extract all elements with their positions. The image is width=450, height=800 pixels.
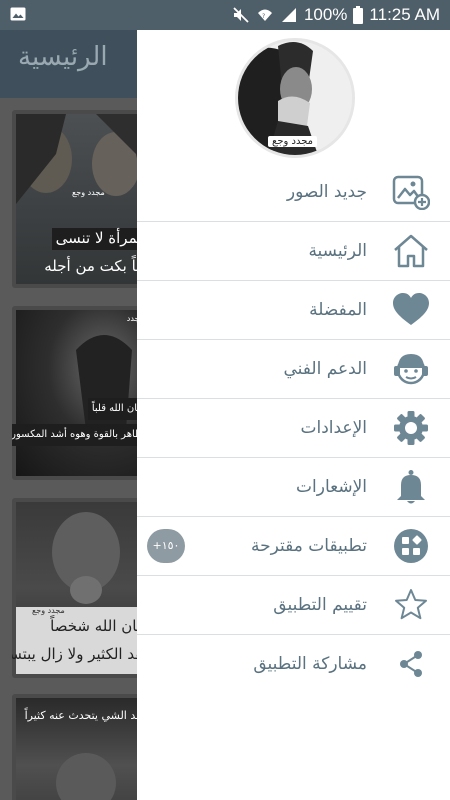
menu-item-label: تقييم التطبيق: [273, 595, 367, 615]
card-caption-line1: المرأة لا تنسى: [51, 228, 150, 250]
menu-item-label: تطبيقات مقترحة: [251, 536, 367, 556]
image-card[interactable]: مجدد وجع المرأة لا تنسى حباً بكت من أجله: [12, 110, 152, 288]
mute-icon: [232, 6, 250, 24]
bell-icon: [392, 469, 430, 505]
svg-text:?: ?: [262, 13, 265, 20]
battery-icon: [353, 6, 364, 24]
card-caption-line2: فقد الكثير ولا زال يبتسم: [12, 645, 150, 663]
menu-item-favorites[interactable]: المفضلة: [137, 281, 450, 340]
card-watermark: مجدد وجع: [32, 606, 65, 615]
wifi-icon: ?: [256, 6, 274, 24]
menu-item-suggested-apps[interactable]: +١٥٠ تطبيقات مقترحة: [137, 517, 450, 576]
card-caption-line1: اعان الله شخصاً: [50, 617, 150, 635]
image-card[interactable]: مجدد وجع اعان الله شخصاً فقد الكثير ولا …: [12, 498, 152, 678]
home-icon: [392, 233, 430, 269]
menu-item-support[interactable]: الدعم الفني: [137, 340, 450, 399]
image-card[interactable]: مجدد أعان الله قلباً تظاهر بالقوة وهوه أ…: [12, 306, 152, 480]
drawer-menu: جديد الصور الرئيسية المفضلة الدعم الفني: [137, 163, 450, 694]
share-icon: [392, 646, 430, 682]
image-card[interactable]: فاقد الشي يتحدث عنه كثيراً: [12, 694, 152, 800]
card-caption-line1: فاقد الشي يتحدث عنه كثيراً: [24, 709, 150, 722]
card-caption-line2: حباً بكت من أجله: [44, 257, 150, 275]
menu-item-label: الإعدادات: [300, 418, 367, 438]
menu-item-share-app[interactable]: مشاركة التطبيق: [137, 635, 450, 694]
clock: 11:25 AM: [369, 5, 440, 24]
heart-icon: [392, 292, 430, 328]
support-icon: [392, 351, 430, 387]
menu-item-new-images[interactable]: جديد الصور: [137, 163, 450, 222]
avatar: مجدد وجع: [235, 38, 355, 158]
menu-item-home[interactable]: الرئيسية: [137, 222, 450, 281]
image-add-icon: [392, 174, 430, 210]
star-icon: [392, 587, 430, 623]
status-bar: ? 100% 11:25 AM: [0, 0, 450, 30]
gallery-notification-icon: [10, 6, 26, 22]
gear-icon: [392, 410, 430, 446]
signal-icon: [280, 6, 298, 24]
apps-count-badge: +١٥٠: [147, 529, 185, 563]
menu-item-label: الدعم الفني: [283, 359, 368, 379]
menu-item-settings[interactable]: الإعدادات: [137, 399, 450, 458]
navigation-drawer: مجدد وجع جديد الصور الرئيسية المفضلة الد…: [137, 30, 450, 800]
menu-item-label: مشاركة التطبيق: [253, 654, 367, 674]
page-title: الرئيسية: [18, 42, 108, 72]
menu-item-label: المفضلة: [309, 300, 367, 320]
menu-item-rate-app[interactable]: تقييم التطبيق: [137, 576, 450, 635]
card-watermark: مجدد وجع: [72, 188, 105, 197]
card-caption-line2: تظاهر بالقوة وهوه أشد المكسورين: [12, 424, 150, 446]
card-image: [16, 310, 152, 476]
menu-item-label: جديد الصور: [286, 182, 367, 202]
menu-item-label: الرئيسية: [308, 241, 367, 261]
menu-item-label: الإشعارات: [296, 477, 367, 497]
apps-icon: [392, 528, 430, 564]
menu-item-notifications[interactable]: الإشعارات: [137, 458, 450, 517]
battery-percent: 100%: [303, 5, 348, 24]
avatar-caption: مجدد وجع: [268, 136, 318, 147]
